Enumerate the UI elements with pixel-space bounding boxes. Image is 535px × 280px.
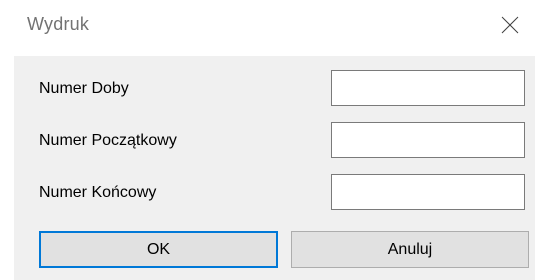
ok-button[interactable]: OK	[39, 231, 278, 268]
close-icon	[501, 16, 519, 34]
window-title: Wydruk	[27, 14, 90, 34]
numer-koncowy-label: Numer Końcowy	[39, 184, 157, 201]
numer-koncowy-input[interactable]	[331, 174, 525, 210]
numer-doby-input[interactable]	[331, 70, 525, 106]
dialog-content: Numer Doby Numer Początkowy Numer Końcow…	[14, 56, 535, 280]
numer-poczatkowy-label: Numer Początkowy	[39, 132, 177, 149]
title-bar: Wydruk	[0, 0, 535, 56]
numer-doby-label: Numer Doby	[39, 80, 129, 97]
dialog-window: Wydruk Numer Doby Numer Początkowy Numer…	[0, 0, 535, 280]
cancel-button[interactable]: Anuluj	[291, 231, 529, 268]
close-button[interactable]	[489, 0, 535, 50]
numer-poczatkowy-input[interactable]	[331, 122, 525, 158]
